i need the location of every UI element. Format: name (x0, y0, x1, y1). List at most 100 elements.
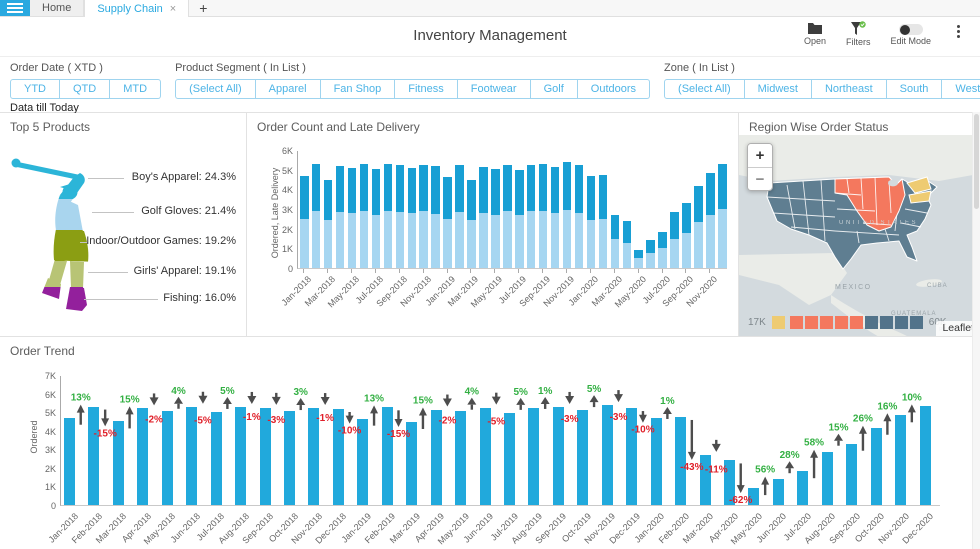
filter-option-button[interactable]: Apparel (256, 79, 321, 99)
late-delivery-bar-segment[interactable] (718, 209, 727, 268)
late-delivery-bar-segment[interactable] (396, 212, 405, 268)
filter-option-button[interactable]: Midwest (745, 79, 812, 99)
ordered-bar-segment[interactable] (551, 167, 560, 213)
ordered-bar-segment[interactable] (467, 180, 476, 220)
late-delivery-bar-segment[interactable] (575, 213, 584, 268)
filter-option-button[interactable]: Fan Shop (321, 79, 396, 99)
late-delivery-bar-segment[interactable] (515, 215, 524, 268)
late-delivery-bar-segment[interactable] (599, 219, 608, 268)
late-delivery-bar-segment[interactable] (419, 211, 428, 268)
late-delivery-bar-segment[interactable] (623, 243, 632, 268)
ordered-bar-segment[interactable] (396, 165, 405, 212)
late-delivery-bar-segment[interactable] (694, 222, 703, 268)
ordered-bar-segment[interactable] (587, 176, 596, 220)
filter-option-button[interactable]: Fitness (395, 79, 457, 99)
ordered-bar-segment[interactable] (503, 165, 512, 211)
late-delivery-bar-segment[interactable] (300, 219, 309, 268)
late-delivery-bar-segment[interactable] (611, 239, 620, 269)
ordered-bar-segment[interactable] (718, 164, 727, 210)
late-delivery-bar-segment[interactable] (348, 213, 357, 268)
filter-option-button[interactable]: (Select All) (175, 79, 256, 99)
filter-option-button[interactable]: Outdoors (578, 79, 650, 99)
ordered-bar-segment[interactable] (706, 173, 715, 214)
ordered-bar-segment[interactable] (682, 203, 691, 233)
late-delivery-bar-segment[interactable] (336, 212, 345, 268)
ordered-bar-segment[interactable] (324, 180, 333, 220)
ordered-bar-segment[interactable] (527, 165, 536, 211)
late-delivery-bar-segment[interactable] (563, 210, 572, 268)
ordered-bar-segment[interactable] (670, 212, 679, 239)
filter-option-button[interactable]: Northeast (812, 79, 887, 99)
late-delivery-bar-segment[interactable] (670, 239, 679, 269)
late-delivery-bar-segment[interactable] (431, 214, 440, 268)
ordered-bar-segment[interactable] (443, 177, 452, 219)
ordered-bar-segment[interactable] (611, 215, 620, 239)
ordered-bar-segment[interactable] (479, 167, 488, 213)
ordered-bar-segment[interactable] (623, 221, 632, 243)
tab-supply-chain[interactable]: Supply Chain × (84, 0, 189, 17)
late-delivery-bar-segment[interactable] (408, 213, 417, 268)
open-button[interactable]: Open (804, 21, 826, 46)
hamburger-icon[interactable] (0, 0, 30, 16)
ordered-bar-segment[interactable] (360, 164, 369, 211)
filter-option-button[interactable]: Footwear (458, 79, 531, 99)
late-delivery-bar-segment[interactable] (658, 248, 667, 268)
late-delivery-bar-segment[interactable] (360, 211, 369, 268)
late-delivery-bar-segment[interactable] (384, 211, 393, 268)
filter-option-button[interactable]: MTD (110, 79, 161, 99)
ordered-bar-segment[interactable] (336, 166, 345, 212)
ordered-bar-segment[interactable] (575, 165, 584, 213)
ordered-bar-segment[interactable] (658, 232, 667, 248)
zoom-in-button[interactable]: + (748, 144, 772, 167)
ordered-bar-segment[interactable] (372, 169, 381, 215)
late-delivery-bar-segment[interactable] (491, 215, 500, 268)
ordered-bar-segment[interactable] (539, 164, 548, 210)
edit-mode-toggle[interactable]: Edit Mode (890, 21, 931, 46)
us-map[interactable]: UNITED STATES MEXICO CUBA GUATEMALA PANA… (739, 135, 980, 336)
late-delivery-bar-segment[interactable] (634, 258, 643, 268)
late-delivery-bar-segment[interactable] (706, 215, 715, 268)
late-delivery-bar-segment[interactable] (587, 220, 596, 268)
late-delivery-bar-segment[interactable] (527, 211, 536, 268)
add-tab-button[interactable]: + (189, 0, 217, 16)
vertical-scrollbar[interactable] (972, 112, 980, 549)
ordered-bar-segment[interactable] (300, 176, 309, 219)
ordered-bar-segment[interactable] (634, 250, 643, 258)
zoom-out-button[interactable]: − (748, 167, 772, 190)
late-delivery-bar-segment[interactable] (539, 211, 548, 268)
filter-option-button[interactable]: West (942, 79, 980, 99)
ordered-bar-segment[interactable] (348, 168, 357, 213)
filter-option-button[interactable]: YTD (10, 79, 60, 99)
late-delivery-bar-segment[interactable] (503, 211, 512, 268)
close-tab-icon[interactable]: × (170, 3, 176, 15)
filter-option-button[interactable]: Golf (531, 79, 578, 99)
late-delivery-bar-segment[interactable] (312, 211, 321, 268)
ordered-bar-segment[interactable] (312, 164, 321, 211)
late-delivery-bar-segment[interactable] (372, 215, 381, 268)
filter-option-button[interactable]: QTD (60, 79, 110, 99)
kebab-menu-icon[interactable] (951, 21, 966, 42)
filters-button[interactable]: Filters (846, 21, 871, 47)
scrollbar-thumb[interactable] (974, 114, 979, 209)
ordered-bar-segment[interactable] (455, 165, 464, 212)
ordered-bar-segment[interactable] (384, 164, 393, 210)
tab-home[interactable]: Home (30, 0, 84, 16)
ordered-bar-segment[interactable] (515, 170, 524, 215)
late-delivery-bar-segment[interactable] (443, 219, 452, 268)
ordered-bar-segment[interactable] (563, 162, 572, 210)
late-delivery-bar-segment[interactable] (455, 212, 464, 268)
ordered-bar-segment[interactable] (431, 166, 440, 213)
filter-option-button[interactable]: South (887, 79, 943, 99)
late-delivery-bar-segment[interactable] (467, 220, 476, 268)
late-delivery-bar-segment[interactable] (551, 213, 560, 268)
late-delivery-bar-segment[interactable] (682, 233, 691, 268)
ordered-bar-segment[interactable] (646, 240, 655, 253)
ordered-bar-segment[interactable] (694, 186, 703, 222)
late-delivery-bar-segment[interactable] (646, 253, 655, 268)
late-delivery-bar-segment[interactable] (479, 213, 488, 268)
ordered-bar-segment[interactable] (419, 165, 428, 211)
toggle-icon[interactable] (899, 24, 923, 35)
ordered-bar-segment[interactable] (491, 169, 500, 215)
ordered-bar-segment[interactable] (408, 168, 417, 213)
filter-option-button[interactable]: (Select All) (664, 79, 745, 99)
